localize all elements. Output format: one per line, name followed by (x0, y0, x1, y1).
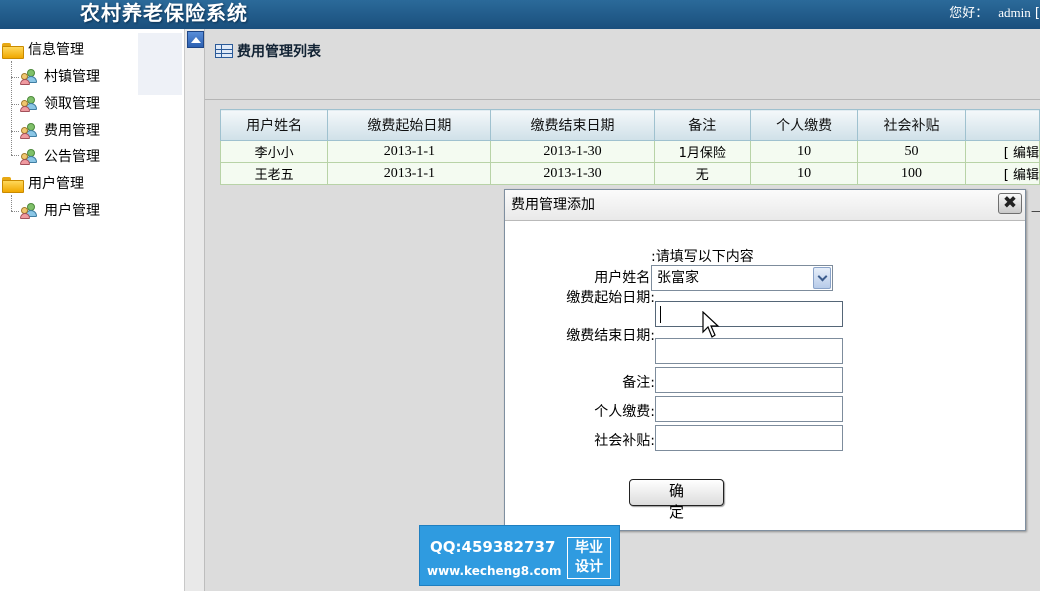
sidebar-group-label: 信息管理 (28, 42, 84, 58)
personal-fee-label: 个人缴费: (594, 404, 655, 420)
logout-link-fragment[interactable]: [ (1035, 6, 1040, 21)
dialog-header: 费用管理添加 ✖ (505, 190, 1025, 221)
user-info: 您好： admin [ (949, 0, 1040, 27)
tree-connector (11, 77, 19, 78)
watermark-badge: 毕业 设计 (567, 537, 611, 579)
page-title-text: 费用管理列表 (237, 44, 321, 60)
cell-remark: 1月保险 (653, 140, 751, 163)
sidebar-item-collect[interactable]: 领取管理 (20, 93, 100, 115)
edit-link[interactable]: [ 编辑 (964, 140, 1040, 163)
sidebar-item-label: 公告管理 (44, 149, 100, 165)
sidebar-item-label: 费用管理 (44, 123, 100, 139)
watermark-site: www.kecheng8.com (427, 564, 562, 578)
cell-personal-fee: 10 (749, 140, 859, 163)
sidebar-item-village[interactable]: 村镇管理 (20, 66, 100, 88)
users-icon (20, 203, 38, 219)
submit-button[interactable]: 确定 (629, 479, 724, 521)
sidebar-item-label: 领取管理 (44, 96, 100, 112)
tree-connector (11, 155, 19, 156)
trailing-mark: — (1031, 204, 1040, 218)
column-header: 用户姓名 (219, 109, 329, 141)
users-icon (20, 69, 38, 85)
collapse-sidebar-button[interactable] (187, 31, 204, 48)
tree-connector (11, 104, 19, 105)
tree-connector (11, 131, 19, 132)
mouse-cursor-icon (702, 311, 720, 338)
subsidy-input[interactable] (655, 425, 843, 451)
column-header: 个人缴费 (749, 109, 859, 141)
username-label: 用户姓名: (594, 270, 655, 286)
sidebar-splitter[interactable] (184, 29, 205, 591)
folder-open-icon (2, 177, 24, 193)
subsidy-label: 社会补贴: (594, 433, 655, 449)
sidebar-item-label: 村镇管理 (44, 69, 100, 85)
dialog-body: :请填写以下内容 用户姓名: 张富家 缴费起始日期: 缴费结束日期: 备注: 个… (513, 222, 1017, 524)
column-header: 缴费起始日期 (327, 109, 492, 141)
column-header: 备注 (653, 109, 751, 141)
start-date-input[interactable] (655, 301, 843, 327)
watermark-badge-line: 毕业 (575, 540, 603, 556)
username-select-value: 张富家 (657, 270, 699, 286)
users-icon (20, 96, 38, 112)
cell-start-date: 2013-1-1 (327, 140, 492, 163)
fee-add-dialog: 费用管理添加 ✖ :请填写以下内容 用户姓名: 张富家 缴费起始日期: 缴费结束… (504, 189, 1026, 531)
column-header (964, 109, 1040, 141)
cell-username: 李小小 (219, 140, 329, 163)
watermark-banner: QQ:459382737 www.kecheng8.com 毕业 设计 (419, 525, 620, 586)
watermark-badge-line: 设计 (575, 559, 603, 575)
cell-end-date: 2013-1-30 (490, 140, 655, 163)
username-text: admin (998, 5, 1031, 20)
watermark-qq: QQ:459382737 (430, 538, 556, 556)
cell-end-date: 2013-1-30 (490, 162, 655, 185)
start-date-label: 缴费起始日期: (566, 290, 655, 306)
edit-link[interactable]: [ 编辑 (964, 162, 1040, 185)
greeting-text: 您好： (949, 6, 989, 21)
table-row: 李小小 2013-1-1 2013-1-30 1月保险 10 50 [ 编辑 (219, 140, 1040, 163)
end-date-input[interactable] (655, 338, 843, 364)
username-select[interactable]: 张富家 (651, 265, 833, 291)
sidebar-item-notice[interactable]: 公告管理 (20, 146, 100, 168)
divider (205, 99, 1040, 100)
sidebar-item-fee[interactable]: 费用管理 (20, 120, 100, 142)
cell-subsidy: 100 (857, 162, 966, 185)
users-icon (20, 149, 38, 165)
sidebar-item-label: 用户管理 (44, 203, 100, 219)
sidebar-group-info[interactable]: 信息管理 (2, 39, 84, 61)
page-title: 费用管理列表 (215, 41, 321, 61)
cell-start-date: 2013-1-1 (327, 162, 492, 185)
remark-input[interactable] (655, 367, 843, 393)
users-icon (20, 123, 38, 139)
chevron-down-icon[interactable] (813, 267, 831, 289)
sidebar-group-user[interactable]: 用户管理 (2, 173, 84, 195)
tree-connector (11, 195, 12, 211)
column-header: 缴费结束日期 (490, 109, 655, 141)
app-title: 农村养老保险系统 (80, 1, 248, 25)
table-row: 王老五 2013-1-1 2013-1-30 无 10 100 [ 编辑 (219, 162, 1040, 185)
remark-label: 备注: (622, 375, 655, 391)
table-header-row: 用户姓名 缴费起始日期 缴费结束日期 备注 个人缴费 社会补贴 (219, 109, 1040, 141)
cell-remark: 无 (653, 162, 751, 185)
table-icon (215, 44, 233, 58)
close-icon[interactable]: ✖ (998, 193, 1022, 214)
folder-open-icon (2, 43, 24, 59)
app-header: 农村养老保险系统 您好： admin [ (0, 0, 1040, 29)
personal-fee-input[interactable] (655, 396, 843, 422)
form-instruction: :请填写以下内容 (651, 249, 754, 265)
fee-table: 用户姓名 缴费起始日期 缴费结束日期 备注 个人缴费 社会补贴 李小小 2013… (219, 109, 1040, 185)
tree-connector (11, 61, 12, 155)
sidebar-item-users[interactable]: 用户管理 (20, 200, 100, 222)
end-date-label: 缴费结束日期: (566, 328, 655, 344)
column-header: 社会补贴 (857, 109, 966, 141)
cell-subsidy: 50 (857, 140, 966, 163)
cell-personal-fee: 10 (749, 162, 859, 185)
sidebar: 信息管理 村镇管理 领取管理 费用管理 公告管理 用户管理 用户管理 (0, 29, 184, 591)
arrow-up-icon (190, 36, 201, 43)
tree-connector (11, 211, 19, 212)
text-caret (660, 306, 661, 323)
cell-username: 王老五 (219, 162, 329, 185)
sidebar-group-label: 用户管理 (28, 176, 84, 192)
sidebar-decoration (138, 33, 182, 95)
dialog-title: 费用管理添加 (511, 197, 595, 213)
